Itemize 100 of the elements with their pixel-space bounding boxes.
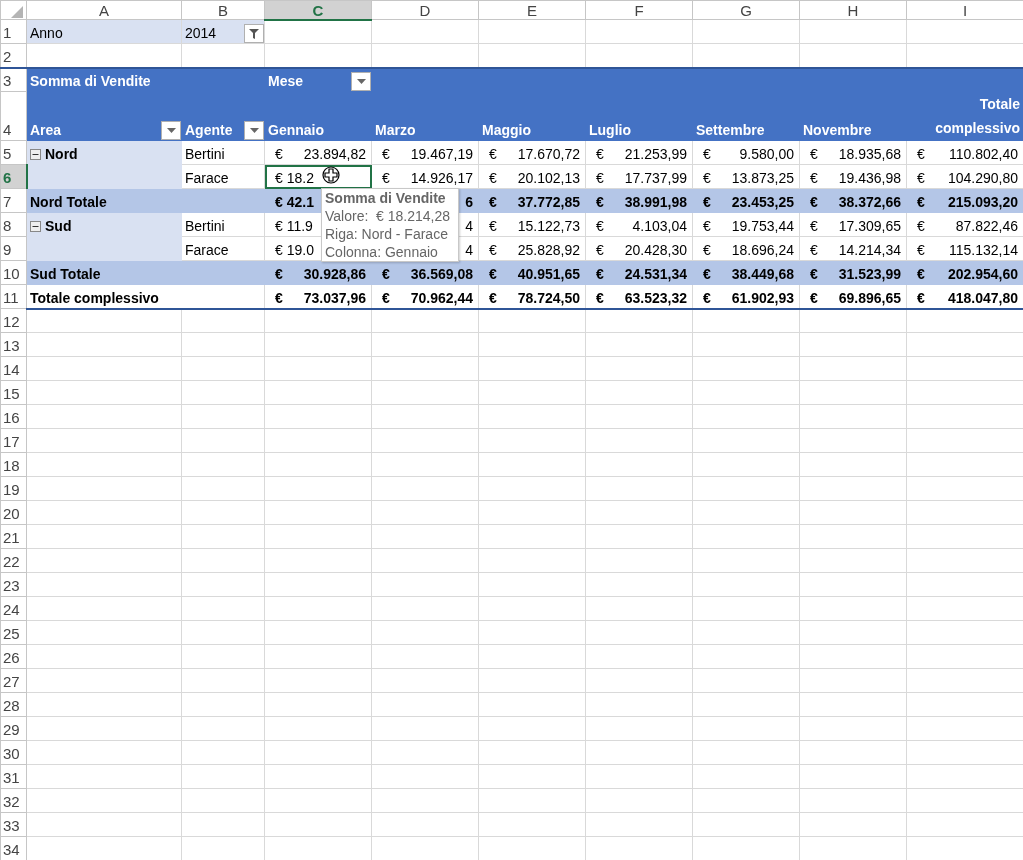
table-cell[interactable]: € 15.122,73	[478, 212, 586, 237]
filter-value: 2014	[185, 24, 217, 43]
row-header[interactable]: 28	[0, 692, 27, 717]
row-header[interactable]: 1	[0, 19, 27, 44]
table-cell[interactable]: € 18.2	[264, 164, 372, 189]
table-cell[interactable]: € 24.531,34	[585, 260, 693, 285]
row-header[interactable]: 3	[0, 67, 27, 92]
table-cell[interactable]: € 37.772,85	[478, 188, 586, 213]
collapse-button[interactable]	[30, 220, 41, 232]
row-header[interactable]: 15	[0, 380, 27, 405]
table-cell: Farace	[181, 164, 265, 189]
table-cell[interactable]: € 73.037,96	[264, 284, 372, 309]
row-header[interactable]: 8	[0, 212, 27, 237]
table-cell[interactable]: € 23.453,25	[692, 188, 800, 213]
row-header[interactable]: 33	[0, 812, 27, 837]
table-cell[interactable]: € 18.935,68	[799, 140, 907, 165]
row-header[interactable]: 17	[0, 428, 27, 453]
dropdown-button[interactable]	[244, 121, 264, 140]
table-cell[interactable]: € 78.724,50	[478, 284, 586, 309]
row-header[interactable]: 5	[0, 140, 27, 165]
table-cell[interactable]: € 19.753,44	[692, 212, 800, 237]
row-header[interactable]: 32	[0, 788, 27, 813]
column-header[interactable]: A	[26, 0, 182, 20]
row-header[interactable]: 30	[0, 740, 27, 765]
row-header[interactable]: 2	[0, 43, 27, 68]
table-cell[interactable]: € 70.962,44	[371, 284, 479, 309]
column-header[interactable]: I	[906, 0, 1023, 20]
row-header[interactable]: 27	[0, 668, 27, 693]
row-header[interactable]: 19	[0, 476, 27, 501]
row-label: Totale complessivo	[26, 284, 265, 309]
column-label: Novembre	[799, 91, 907, 141]
row-label: Sud Totale	[26, 260, 265, 285]
table-cell[interactable]: € 38.449,68	[692, 260, 800, 285]
column-header[interactable]: G	[692, 0, 800, 20]
column-label: Luglio	[585, 91, 693, 141]
table-cell[interactable]: € 38.372,66	[799, 188, 907, 213]
table-cell[interactable]: € 202.954,60	[906, 260, 1023, 285]
row-label: Nord	[45, 145, 78, 164]
row-header[interactable]: 4	[0, 91, 27, 141]
row-header[interactable]: 25	[0, 620, 27, 645]
row-header[interactable]: 12	[0, 308, 27, 333]
row-header[interactable]: 16	[0, 404, 27, 429]
table-cell[interactable]: € 215.093,20	[906, 188, 1023, 213]
column-header[interactable]: E	[478, 0, 586, 20]
row-header[interactable]: 9	[0, 236, 27, 261]
table-cell[interactable]: € 36.569,08	[371, 260, 479, 285]
row-header[interactable]: 7	[0, 188, 27, 213]
row-header[interactable]: 6	[0, 164, 27, 189]
row-header[interactable]: 24	[0, 596, 27, 621]
table-cell[interactable]: € 14.214,34	[799, 236, 907, 261]
table-cell[interactable]: € 20.428,30	[585, 236, 693, 261]
row-header[interactable]: 34	[0, 836, 27, 860]
table-cell[interactable]: € 19.436,98	[799, 164, 907, 189]
collapse-button[interactable]	[30, 148, 41, 160]
table-cell[interactable]: € 38.991,98	[585, 188, 693, 213]
filter-icon	[248, 27, 260, 40]
table-cell[interactable]: € 18.696,24	[692, 236, 800, 261]
table-cell[interactable]: € 20.102,13	[478, 164, 586, 189]
table-cell[interactable]: € 31.523,99	[799, 260, 907, 285]
table-cell[interactable]: € 30.928,86	[264, 260, 372, 285]
column-header[interactable]: H	[799, 0, 907, 20]
table-cell[interactable]: € 63.523,32	[585, 284, 693, 309]
row-header[interactable]: 31	[0, 764, 27, 789]
row-label: Nord Totale	[26, 188, 265, 213]
table-cell[interactable]: € 4.103,04	[585, 212, 693, 237]
table-cell[interactable]: € 9.580,00	[692, 140, 800, 165]
table-cell[interactable]: € 23.894,82	[264, 140, 372, 165]
column-label: Gennaio	[264, 91, 372, 141]
row-header[interactable]: 11	[0, 284, 27, 309]
column-label: Settembre	[692, 91, 800, 141]
table-cell[interactable]: € 69.896,65	[799, 284, 907, 309]
row-header[interactable]: 10	[0, 260, 27, 285]
row-header[interactable]: 13	[0, 332, 27, 357]
row-header[interactable]: 26	[0, 644, 27, 669]
row-header[interactable]: 23	[0, 572, 27, 597]
row-header[interactable]: 29	[0, 716, 27, 741]
table-cell: Bertini	[181, 140, 265, 165]
table-cell[interactable]: € 61.902,93	[692, 284, 800, 309]
dropdown-button[interactable]	[351, 72, 371, 91]
table-cell[interactable]: € 17.737,99	[585, 164, 693, 189]
column-header[interactable]: F	[585, 0, 693, 20]
row-header[interactable]: 20	[0, 500, 27, 525]
row-header[interactable]: 18	[0, 452, 27, 477]
column-header[interactable]: B	[181, 0, 265, 20]
table-cell[interactable]: € 21.253,99	[585, 140, 693, 165]
dropdown-button[interactable]	[161, 121, 181, 140]
column-header[interactable]: C	[264, 0, 372, 20]
table-cell[interactable]: € 17.670,72	[478, 140, 586, 165]
table-cell[interactable]: € 13.873,25	[692, 164, 800, 189]
value-field-label: Somma di Vendite	[30, 73, 151, 89]
row-header[interactable]: 22	[0, 548, 27, 573]
row-header[interactable]: 21	[0, 524, 27, 549]
column-field-label: Mese	[268, 72, 304, 91]
table-cell[interactable]: € 25.828,92	[478, 236, 586, 261]
dropdown-button[interactable]	[244, 24, 264, 43]
row-header[interactable]: 14	[0, 356, 27, 381]
table-cell[interactable]: € 19.467,19	[371, 140, 479, 165]
table-cell[interactable]: € 17.309,65	[799, 212, 907, 237]
table-cell[interactable]: € 40.951,65	[478, 260, 586, 285]
column-header[interactable]: D	[371, 0, 479, 20]
